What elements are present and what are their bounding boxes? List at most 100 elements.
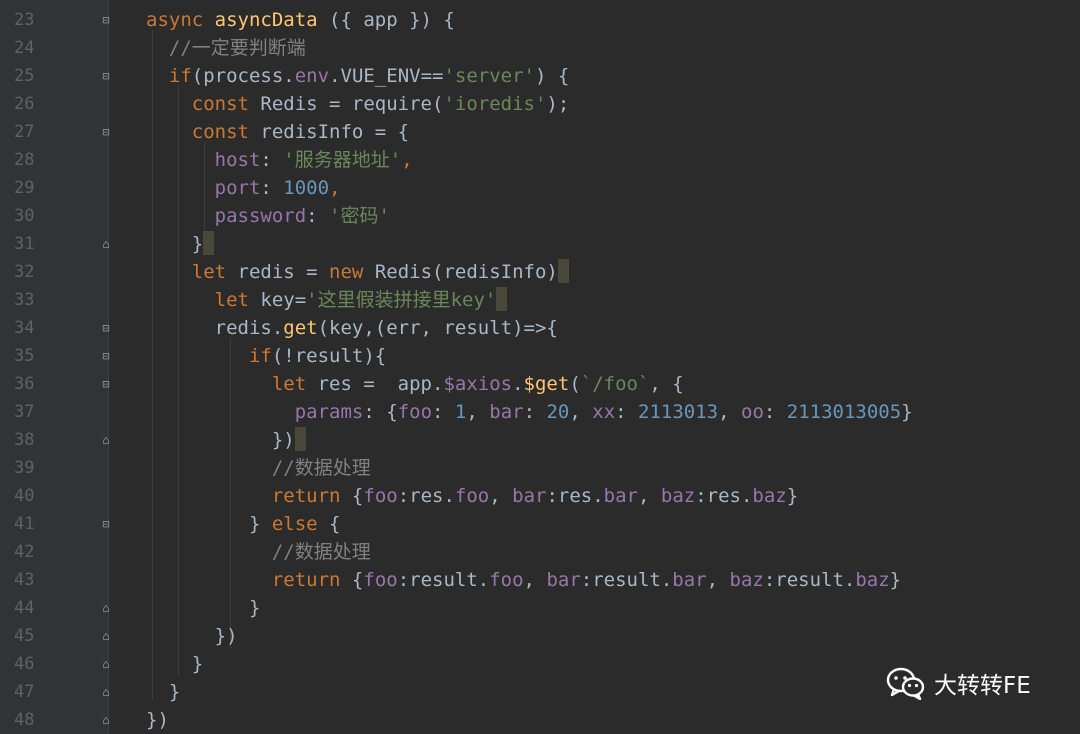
wechat-icon — [886, 667, 925, 700]
code-text: //数据处理 — [146, 454, 371, 482]
code-token: }) — [146, 429, 295, 451]
code-line[interactable]: 24 //一定要判断端 — [0, 34, 1080, 62]
code-line[interactable]: 29 port: 1000, — [0, 174, 1080, 202]
code-token: foo — [363, 485, 398, 507]
code-token: : { — [363, 401, 398, 423]
code-token: $axios — [443, 373, 513, 395]
fold-end-icon[interactable]: ⌂ — [99, 712, 113, 728]
code-token: .VUE_ENV== — [329, 65, 444, 87]
code-line[interactable]: 43 return {foo:result.foo, bar:result.ba… — [0, 566, 1080, 594]
line-number: 24 — [14, 38, 35, 58]
code-text: } else { — [146, 510, 341, 538]
code-token: } — [146, 513, 272, 535]
code-token: '这里假装拼接里key' — [306, 289, 497, 311]
code-line[interactable]: 36 ⊟ let res = app.$axios.$get(`/foo`, { — [0, 370, 1080, 398]
fold-collapse-icon[interactable]: ⊟ — [99, 376, 113, 392]
line-number: 34 — [14, 318, 35, 338]
code-token: ( — [569, 373, 581, 395]
code-token: password — [214, 205, 307, 227]
code-line[interactable]: 30 password: '密码' — [0, 202, 1080, 230]
code-token: key= — [260, 289, 307, 311]
code-token: , — [706, 569, 730, 591]
line-number: 28 — [14, 150, 35, 170]
fold-collapse-icon[interactable]: ⊟ — [99, 124, 113, 140]
code-line[interactable]: 44 ⌂ } — [0, 594, 1080, 622]
code-line[interactable]: 40 return {foo:res.foo, bar:res.bar, baz… — [0, 482, 1080, 510]
code-line[interactable]: 35 ⊟ if(!result){ — [0, 342, 1080, 370]
code-line[interactable]: 37 params: {foo: 1, bar: 20, xx: 2113013… — [0, 398, 1080, 426]
code-token: async — [146, 9, 215, 31]
code-line[interactable]: 23 ⊟ async asyncData ({ app }) { — [0, 6, 1080, 34]
code-text: } — [146, 678, 180, 706]
fold-end-icon[interactable]: ⌂ — [99, 684, 113, 700]
fold-collapse-icon[interactable]: ⊟ — [99, 516, 113, 532]
code-line[interactable]: 41 ⊟ } else { — [0, 510, 1080, 538]
line-number: 29 — [14, 178, 35, 198]
code-line[interactable]: 31 ⌂ } — [0, 230, 1080, 258]
code-line[interactable]: 27 ⊟ const redisInfo = { — [0, 118, 1080, 146]
code-token: , — [523, 569, 547, 591]
code-token: : — [306, 205, 330, 227]
code-token: : — [260, 149, 284, 171]
code-token: : — [763, 401, 787, 423]
code-text: let redis = new Redis(redisInfo) — [146, 258, 569, 286]
code-token: } — [786, 485, 799, 507]
code-token: if — [248, 345, 272, 367]
code-token: 'ioredis' — [443, 93, 547, 115]
fold-end-icon[interactable]: ⌂ — [99, 600, 113, 616]
code-line[interactable]: 34 ⊟ redis.get(key,(err, result)=>{ — [0, 314, 1080, 342]
fold-end-icon[interactable]: ⌂ — [99, 236, 113, 252]
code-token: (!result){ — [271, 345, 387, 367]
code-token: foo — [454, 485, 490, 507]
code-token: const — [191, 121, 261, 143]
code-editor[interactable]: 23 ⊟ async asyncData ({ app }) {24 //一定要判断… — [0, 0, 1080, 734]
line-number: 42 — [14, 542, 35, 562]
code-token: res = app. — [317, 373, 444, 395]
fold-end-icon[interactable]: ⌂ — [99, 432, 113, 448]
code-text: } — [146, 230, 215, 258]
code-line[interactable]: 39 //数据处理 — [0, 454, 1080, 482]
fold-end-icon[interactable]: ⌂ — [99, 628, 113, 644]
fold-collapse-icon[interactable]: ⊟ — [99, 348, 113, 364]
fold-collapse-icon[interactable]: ⊟ — [99, 12, 113, 28]
code-token: , — [569, 401, 593, 423]
code-token: return — [271, 485, 352, 507]
code-token: ) { — [534, 65, 570, 87]
code-token: oo — [741, 401, 764, 423]
code-token: :result. — [580, 569, 673, 591]
fold-collapse-icon[interactable]: ⊟ — [99, 68, 113, 84]
code-token: redisInfo = { — [260, 121, 410, 143]
fold-collapse-icon[interactable]: ⊟ — [99, 320, 113, 336]
code-line[interactable]: 45 ⌂ }) — [0, 622, 1080, 650]
line-number: 25 — [14, 66, 35, 86]
code-line[interactable]: 26 const Redis = require('ioredis'); — [0, 90, 1080, 118]
code-text: const redisInfo = { — [146, 118, 409, 146]
code-line[interactable]: 48 ⌂}) — [0, 706, 1080, 734]
code-line[interactable]: 33 let key='这里假装拼接里key' — [0, 286, 1080, 314]
code-token: xx — [592, 401, 616, 423]
code-token: bar — [512, 485, 547, 507]
line-number: 46 — [14, 654, 35, 674]
code-line[interactable]: 42 //数据处理 — [0, 538, 1080, 566]
code-text: } — [146, 650, 203, 678]
code-token: 20 — [546, 401, 570, 423]
code-token: }) — [146, 625, 238, 647]
code-line[interactable]: 38 ⌂ }) — [0, 426, 1080, 454]
code-token: ({ app }) { — [317, 9, 455, 31]
code-token: Redis(redisInfo) — [374, 261, 558, 283]
code-text: return {foo:res.foo, bar:res.bar, baz:re… — [146, 482, 798, 510]
line-number: 26 — [14, 94, 35, 114]
code-line[interactable]: 32 let redis = new Redis(redisInfo) — [0, 258, 1080, 286]
code-line[interactable]: 25 ⊟ if(process.env.VUE_ENV=='server') { — [0, 62, 1080, 90]
code-line[interactable]: 28 host: '服务器地址', — [0, 146, 1080, 174]
code-token: , — [718, 401, 741, 423]
code-token: bar — [603, 485, 638, 507]
fold-end-icon[interactable]: ⌂ — [99, 656, 113, 672]
watermark: 大转转FE — [886, 663, 1031, 703]
